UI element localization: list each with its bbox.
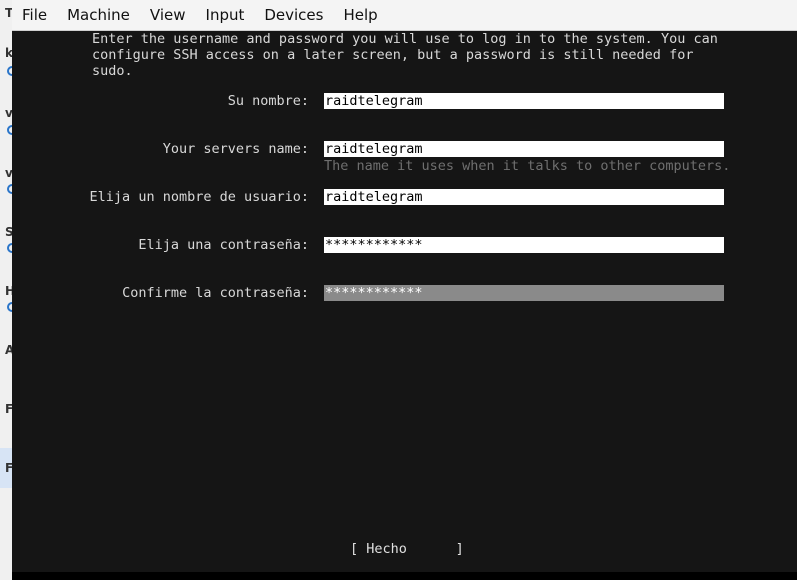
servername-field[interactable]: raidtelegram: [324, 141, 724, 157]
servername-label: Your servers name:: [162, 141, 309, 157]
password-label: Elija una contraseña:: [138, 237, 309, 253]
menu-help[interactable]: Help: [343, 6, 377, 24]
name-field[interactable]: raidtelegram: [324, 93, 724, 109]
name-label: Su nombre:: [227, 93, 309, 109]
menu-machine[interactable]: Machine: [67, 6, 130, 24]
vm-menubar: File Machine View Input Devices Help: [12, 0, 797, 31]
menu-devices[interactable]: Devices: [264, 6, 323, 24]
username-field[interactable]: raidtelegram: [324, 189, 724, 205]
servername-hint: The name it uses when it talks to other …: [324, 158, 731, 174]
confirm-password-label: Confirme la contraseña:: [122, 285, 309, 301]
username-label: Elija un nombre de usuario:: [89, 189, 309, 205]
menu-input[interactable]: Input: [206, 6, 245, 24]
vm-screen[interactable]: Enter the username and password you will…: [12, 31, 797, 572]
intro-text: Enter the username and password you will…: [92, 31, 718, 79]
done-button[interactable]: [ Hecho ]: [350, 541, 464, 557]
host-sidebar: T k v v S H A F F: [0, 0, 17, 580]
confirm-password-field[interactable]: ************: [324, 285, 724, 301]
password-field[interactable]: ************: [324, 237, 724, 253]
menu-view[interactable]: View: [150, 6, 186, 24]
menu-file[interactable]: File: [22, 6, 47, 24]
vm-status-bar: [12, 572, 797, 580]
